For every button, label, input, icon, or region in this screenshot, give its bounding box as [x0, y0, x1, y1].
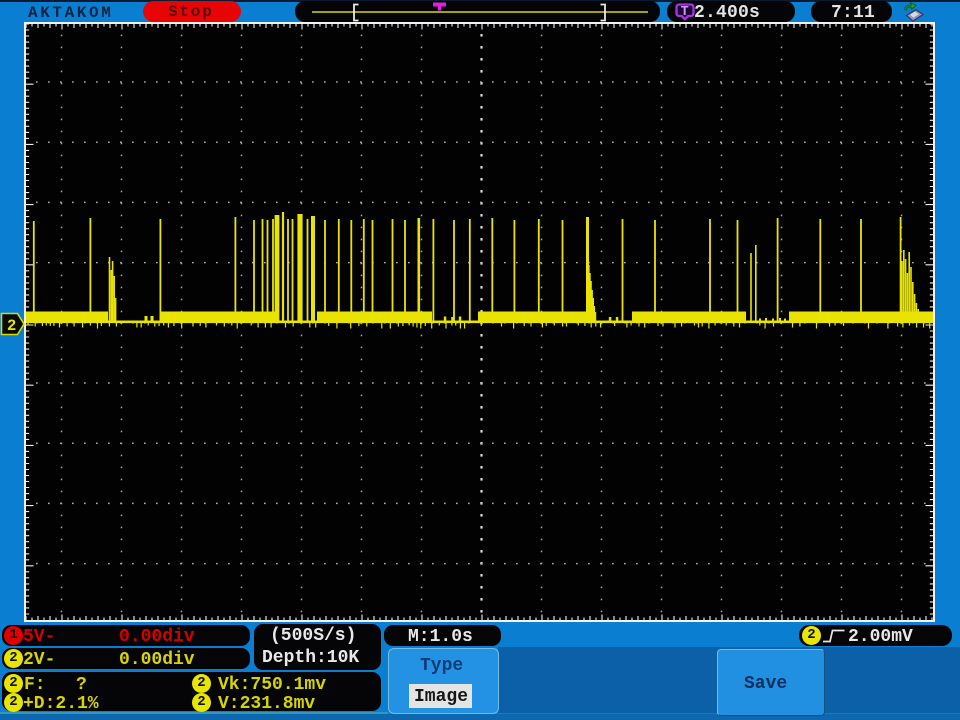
- svg-text:2: 2: [7, 317, 16, 335]
